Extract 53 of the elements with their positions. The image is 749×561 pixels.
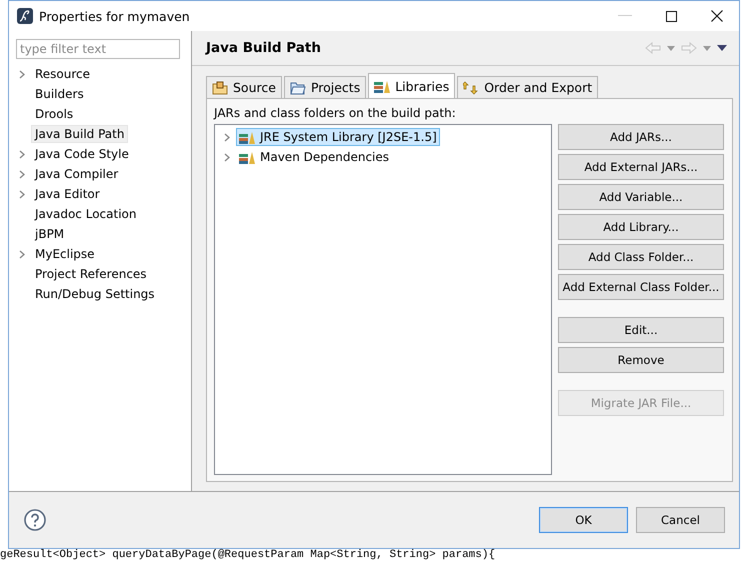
tab[interactable]: Projects <box>284 76 366 98</box>
action-button[interactable]: Add External JARs... <box>558 154 724 180</box>
tree-item[interactable]: Java Compiler <box>31 165 122 183</box>
expand-icon[interactable] <box>19 250 25 258</box>
expand-icon[interactable] <box>19 170 25 178</box>
expand-icon[interactable] <box>19 70 25 78</box>
library-entry[interactable]: Maven Dependencies <box>236 148 392 166</box>
expand-icon[interactable] <box>19 150 25 158</box>
tree-item[interactable]: Builders <box>31 85 88 103</box>
dropdown-icon[interactable] <box>703 46 711 50</box>
action-button[interactable]: Add JARs... <box>558 124 724 150</box>
tree-item[interactable]: Java Editor <box>31 185 104 203</box>
tree-item[interactable]: Resource <box>31 65 94 83</box>
tree-item[interactable]: Java Build Path <box>31 125 128 143</box>
tree-item[interactable]: Run/Debug Settings <box>31 285 159 303</box>
dropdown-icon[interactable] <box>667 46 675 50</box>
action-button[interactable]: Edit... <box>558 317 724 343</box>
page-title: Java Build Path <box>206 40 321 56</box>
tree-item[interactable]: Drools <box>31 105 78 123</box>
list-label: JARs and class folders on the build path: <box>214 106 457 120</box>
code-line: geResult<Object> queryDataByPage(@RequestParam Map<String, String> params){ <box>0 549 496 561</box>
books-icon <box>239 150 255 164</box>
maximize-icon[interactable] <box>666 10 677 22</box>
expand-icon[interactable] <box>223 152 232 162</box>
library-entry[interactable]: JRE System Library [J2SE-1.5] <box>236 128 440 146</box>
tree-item[interactable]: Project References <box>31 265 151 283</box>
folder-icon <box>290 80 306 94</box>
tree-item[interactable]: Javadoc Location <box>31 205 140 223</box>
dialog-button[interactable]: OK <box>539 507 628 533</box>
order-arrows-icon <box>463 80 480 94</box>
expand-icon[interactable] <box>19 190 25 198</box>
app-icon <box>17 8 33 24</box>
tab[interactable]: Order and Export <box>457 76 598 98</box>
view-menu-icon[interactable] <box>717 45 727 51</box>
action-button[interactable]: Add Library... <box>558 214 724 240</box>
action-button[interactable]: Remove <box>558 347 724 373</box>
tree-item[interactable]: MyEclipse <box>31 245 99 263</box>
help-icon[interactable] <box>24 509 46 531</box>
tab[interactable]: Source <box>206 76 282 98</box>
filter-field[interactable]: type filter text <box>16 39 180 59</box>
action-button[interactable]: Add External Class Folder... <box>558 274 724 300</box>
action-button[interactable]: Add Variable... <box>558 184 724 210</box>
tree-item[interactable]: Java Code Style <box>31 145 133 163</box>
books-icon <box>374 79 390 93</box>
action-button[interactable]: Add Class Folder... <box>558 244 724 270</box>
books-icon <box>239 130 255 144</box>
package-folder-icon <box>212 80 228 94</box>
tab[interactable]: Libraries <box>368 73 456 98</box>
dialog-button[interactable]: Cancel <box>636 507 725 533</box>
tree-item[interactable]: jBPM <box>31 225 68 243</box>
close-icon[interactable] <box>711 10 723 22</box>
window-title: Properties for mymaven <box>39 8 190 24</box>
expand-icon[interactable] <box>223 132 232 142</box>
